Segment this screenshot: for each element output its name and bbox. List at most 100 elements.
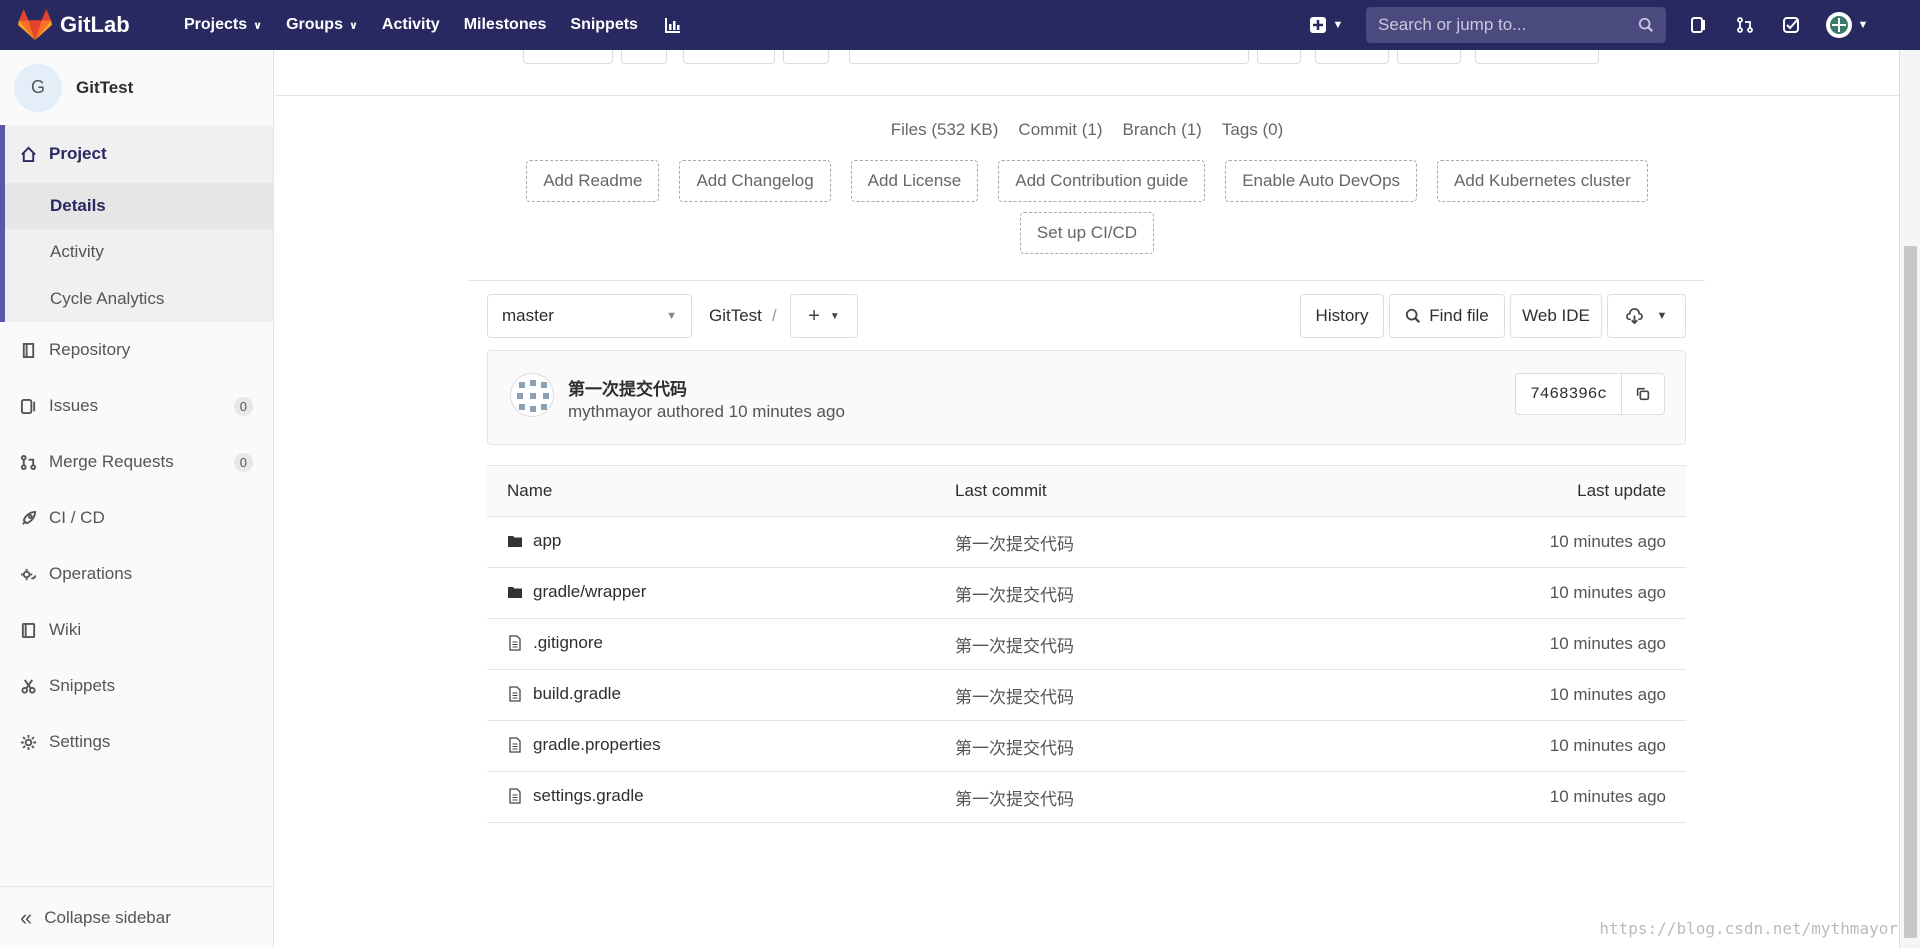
cloud-gear-icon [20, 568, 37, 580]
commit-stat[interactable]: Commit (1) [1018, 120, 1102, 140]
gitlab-brand[interactable]: GitLab [18, 9, 158, 41]
last-update-cell: 10 minutes ago [1288, 516, 1686, 568]
sidebar-item-repository[interactable]: Repository [0, 322, 273, 378]
add-contribution-guide-button[interactable]: Add Contribution guide [998, 160, 1206, 202]
breadcrumb-project[interactable]: GitTest [709, 306, 762, 326]
table-row[interactable]: app 第一次提交代码 10 minutes ago [487, 516, 1686, 568]
clone-url-input[interactable] [849, 50, 1249, 64]
sidebar-item-wiki[interactable]: Wiki [0, 602, 273, 658]
notification-level-button[interactable] [1475, 50, 1599, 64]
main-content: Files (532 KB) Commit (1) Branch (1) Tag… [275, 50, 1899, 948]
files-stat[interactable]: Files (532 KB) [891, 120, 999, 140]
file-link[interactable]: build.gradle [507, 684, 621, 704]
last-commit-cell: 第一次提交代码 [935, 618, 1289, 670]
commit-sha[interactable]: 7468396c [1516, 374, 1622, 414]
history-button[interactable]: History [1300, 294, 1384, 338]
sidebar-item-snippets[interactable]: Snippets [0, 658, 273, 714]
last-commit-cell: 第一次提交代码 [935, 516, 1289, 568]
chevron-down-icon: ∨ [253, 19, 263, 32]
last-commit-link[interactable]: 第一次提交代码 [955, 790, 1074, 809]
issues-icon[interactable] [1676, 0, 1722, 50]
file-link[interactable]: .gitignore [507, 633, 603, 653]
sidebar-item-project[interactable]: Project [5, 125, 273, 183]
sidebar-subitem-cycle-analytics[interactable]: Cycle Analytics [5, 275, 273, 322]
web-ide-button[interactable]: Web IDE [1510, 294, 1602, 338]
sidebar-item-issues[interactable]: Issues 0 [0, 378, 273, 434]
issues-icon [20, 398, 36, 414]
table-row[interactable]: gradle.properties 第一次提交代码 10 minutes ago [487, 720, 1686, 772]
fork-count[interactable] [783, 50, 829, 64]
commit-time: 10 minutes ago [728, 402, 845, 421]
notification-button[interactable] [1397, 50, 1461, 64]
sidebar-item-label: Snippets [49, 676, 116, 695]
sidebar-subitem-details[interactable]: Details [5, 183, 273, 229]
last-commit-cell: 第一次提交代码 [935, 771, 1289, 823]
sidebar-item-settings[interactable]: Settings [0, 714, 273, 770]
nav-link-activity[interactable]: Activity [370, 0, 452, 50]
add-file-dropdown[interactable]: + ▼ [790, 294, 858, 338]
file-link[interactable]: gradle.properties [507, 735, 661, 755]
rocket-icon [22, 510, 37, 525]
file-link[interactable]: settings.gradle [507, 786, 644, 806]
last-commit-cell: 第一次提交代码 [935, 669, 1289, 721]
add-license-button[interactable]: Add License [850, 160, 979, 202]
divider [468, 280, 1705, 281]
user-avatar-icon[interactable]: ▼ [1814, 0, 1880, 50]
chart-icon[interactable] [650, 0, 696, 50]
file-link[interactable]: gradle/wrapper [507, 582, 646, 602]
todo-icon[interactable] [1768, 0, 1814, 50]
gear-icon [20, 734, 37, 750]
download-dropdown[interactable]: ▼ [1607, 294, 1686, 338]
vertical-scrollbar[interactable] [1899, 50, 1920, 948]
table-row[interactable]: .gitignore 第一次提交代码 10 minutes ago [487, 618, 1686, 670]
nav-link-snippets[interactable]: Snippets [558, 0, 650, 50]
add-readme-button[interactable]: Add Readme [526, 160, 660, 202]
add-kubernetes-cluster-button[interactable]: Add Kubernetes cluster [1437, 160, 1648, 202]
file-icon [509, 736, 521, 753]
commit-title[interactable]: 第一次提交代码 [568, 375, 687, 400]
last-commit-link[interactable]: 第一次提交代码 [955, 688, 1074, 707]
search-input[interactable] [1378, 15, 1638, 35]
tags-stat[interactable]: Tags (0) [1222, 120, 1283, 140]
find-file-button[interactable]: Find file [1389, 294, 1505, 338]
plus-square-icon[interactable]: ▼ [1296, 0, 1356, 50]
table-row[interactable]: settings.gradle 第一次提交代码 10 minutes ago [487, 771, 1686, 823]
author-avatar[interactable] [510, 373, 554, 417]
search-icon [1406, 308, 1421, 324]
branch-stat[interactable]: Branch (1) [1122, 120, 1201, 140]
sidebar-item-ci-cd[interactable]: CI / CD [0, 490, 273, 546]
add-changelog-button[interactable]: Add Changelog [679, 160, 831, 202]
table-row[interactable]: build.gradle 第一次提交代码 10 minutes ago [487, 669, 1686, 721]
last-commit-link[interactable]: 第一次提交代码 [955, 637, 1074, 656]
search-box[interactable] [1366, 7, 1666, 43]
last-commit-link[interactable]: 第一次提交代码 [955, 586, 1074, 605]
scrollbar-thumb[interactable] [1904, 246, 1917, 938]
set-up-ci-cd-button[interactable]: Set up CI/CD [1019, 212, 1155, 254]
collapse-sidebar-button[interactable]: « Collapse sidebar [0, 886, 273, 948]
sidebar-item-label: CI / CD [49, 508, 105, 527]
sidebar-subitem-activity[interactable]: Activity [5, 229, 273, 275]
table-row[interactable]: gradle/wrapper 第一次提交代码 10 minutes ago [487, 567, 1686, 619]
find-file-label: Find file [1429, 306, 1489, 325]
copy-sha-button[interactable] [1622, 374, 1664, 414]
nav-links: Projects ∨ Groups ∨ Activity Milestones Snippe… [172, 0, 650, 50]
fork-button[interactable] [683, 50, 775, 64]
copy-clone-button[interactable] [1257, 50, 1301, 64]
last-commit-link[interactable]: 第一次提交代码 [955, 535, 1074, 554]
file-link[interactable]: app [507, 531, 561, 551]
download-button[interactable] [1315, 50, 1389, 64]
sidebar-item-merge-requests[interactable]: Merge Requests 0 [0, 434, 273, 490]
nav-link-groups[interactable]: Groups ∨ [274, 0, 370, 50]
sidebar-item-operations[interactable]: Operations [0, 546, 273, 602]
nav-link-milestones[interactable]: Milestones [452, 0, 559, 50]
nav-link-projects[interactable]: Projects ∨ [172, 0, 274, 50]
project-header[interactable]: G GitTest [0, 50, 273, 125]
commit-author[interactable]: mythmayor [568, 402, 652, 421]
star-button[interactable] [523, 50, 613, 64]
nav-link-label: Milestones [463, 16, 547, 33]
last-commit-link[interactable]: 第一次提交代码 [955, 739, 1074, 758]
enable-auto-devops-button[interactable]: Enable Auto DevOps [1225, 160, 1418, 202]
branch-select[interactable]: master ▼ [487, 294, 692, 338]
star-count[interactable] [621, 50, 667, 64]
merge-request-icon[interactable] [1722, 0, 1768, 50]
